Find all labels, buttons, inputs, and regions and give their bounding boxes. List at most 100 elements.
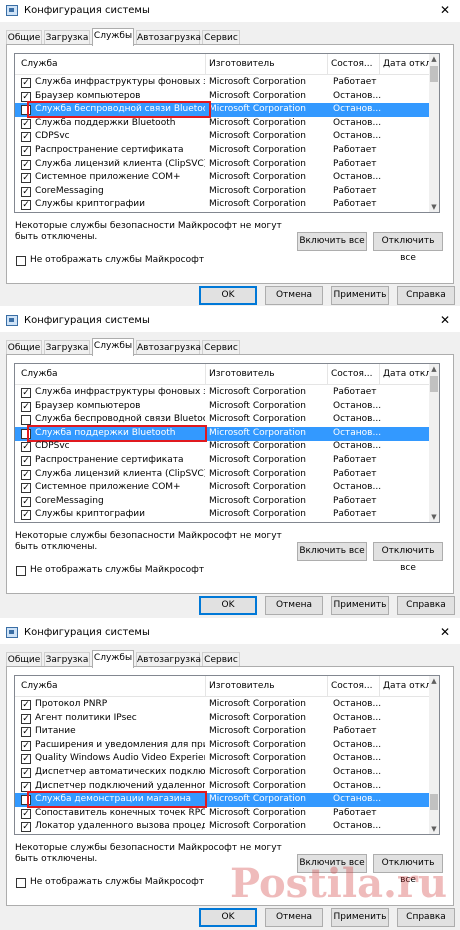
column-header[interactable]: Служба [21,369,203,379]
tab-3[interactable]: Автозагрузка [136,340,201,355]
tab-1[interactable]: Загрузка [44,340,90,355]
vertical-scrollbar[interactable]: ▲ ▼ [429,54,439,212]
apply-button[interactable]: Применить [331,908,389,927]
list-item[interactable]: ✓ Расширения и уведомления для при... Micr… [15,739,429,753]
service-checkbox[interactable]: ✓ [21,132,31,143]
list-item[interactable]: ✓ Браузер компьютеров Microsoft Corporatio… [15,400,429,414]
tab-4[interactable]: Сервис [202,30,240,45]
column-header[interactable]: Служба [21,681,203,691]
column-divider[interactable] [379,54,380,74]
service-checkbox[interactable]: ✓ [21,442,31,453]
service-checkbox[interactable]: ✓ [21,700,31,710]
service-checkbox[interactable]: ✓ [21,118,31,129]
list-item[interactable]: ✓ Питание Microsoft Corporation Работает [15,725,429,739]
list-item[interactable]: ✓ Службы криптографии Microsoft Corporatio… [15,508,429,522]
checkbox-box[interactable] [16,256,26,266]
column-divider[interactable] [379,676,380,696]
service-checkbox[interactable]: ✓ [21,713,31,724]
service-checkbox[interactable]: ✓ [21,388,31,398]
scroll-up-icon[interactable]: ▲ [429,676,439,686]
service-checkbox[interactable]: ✓ [21,483,31,494]
tab-2[interactable]: Службы [92,650,134,668]
list-item[interactable]: ✓ Диспетчер автоматических подклю... Micro… [15,766,429,780]
help-button[interactable]: Справка [397,908,455,927]
tab-0[interactable]: Общие [6,30,42,45]
cancel-button[interactable]: Отмена [265,908,323,927]
cancel-button[interactable]: Отмена [265,286,323,305]
list-item[interactable]: ✓ Служба лицензий клиента (ClipSVC) Micros… [15,158,429,172]
checkbox-box[interactable] [16,566,26,576]
column-divider[interactable] [327,54,328,74]
service-checkbox[interactable]: ✓ [21,159,31,170]
column-header[interactable]: Состоя... [331,681,377,691]
list-item[interactable]: ✓ Сопоставитель конечных точек RPC Microso… [15,807,429,821]
column-header[interactable]: Состоя... [331,369,377,379]
services-list[interactable]: СлужбаИзготовительСостоя...Дата отклю...… [14,363,440,523]
column-header[interactable]: Изготовитель [209,681,325,691]
cancel-button[interactable]: Отмена [265,596,323,615]
service-checkbox[interactable]: ✓ [21,808,31,819]
tab-2[interactable]: Службы [92,338,134,356]
tab-3[interactable]: Автозагрузка [136,30,201,45]
service-checkbox[interactable]: ✓ [21,200,31,211]
column-divider[interactable] [327,676,328,696]
column-divider[interactable] [327,364,328,384]
service-checkbox[interactable]: ✓ [21,510,31,521]
apply-button[interactable]: Применить [331,286,389,305]
help-button[interactable]: Справка [397,286,455,305]
list-item[interactable]: ✓ Quality Windows Audio Video Experience M… [15,752,429,766]
service-checkbox[interactable]: ✓ [21,173,31,184]
list-item[interactable]: ✓ Распространение сертификата Microsoft Co… [15,454,429,468]
tab-4[interactable]: Сервис [202,340,240,355]
column-header[interactable]: Служба [21,59,203,69]
disable-all-button[interactable]: Отключить все [373,542,443,573]
list-item[interactable]: ✓ Служба инфраструктуры фоновых з... Micro… [15,76,429,90]
list-item[interactable]: ✓ Системное приложение COM+ Microsoft Corp… [15,171,429,185]
column-divider[interactable] [205,54,206,74]
scroll-up-icon[interactable]: ▲ [429,364,439,374]
service-checkbox[interactable]: ✓ [21,401,31,412]
service-checkbox[interactable]: ✓ [21,781,31,792]
column-divider[interactable] [205,676,206,696]
enable-all-button[interactable]: Включить все [297,232,367,251]
column-header[interactable]: Изготовитель [209,369,325,379]
close-icon[interactable]: ✕ [440,625,450,639]
tab-0[interactable]: Общие [6,340,42,355]
scroll-up-icon[interactable]: ▲ [429,54,439,64]
list-item[interactable]: ✓ Службы криптографии Microsoft Corporatio… [15,198,429,212]
tab-4[interactable]: Сервис [202,652,240,667]
checkbox-box[interactable] [16,878,26,888]
tab-1[interactable]: Загрузка [44,652,90,667]
service-checkbox[interactable]: ✓ [21,822,31,833]
service-checkbox[interactable]: ✓ [21,727,31,738]
services-list[interactable]: СлужбаИзготовительСостоя...Дата отклю...… [14,53,440,213]
column-divider[interactable] [379,364,380,384]
close-icon[interactable]: ✕ [440,313,450,327]
tab-1[interactable]: Загрузка [44,30,90,45]
service-checkbox[interactable]: ✓ [21,78,31,88]
list-item[interactable]: ✓ Служба поддержки Bluetooth Microsoft Cor… [15,117,429,131]
service-checkbox[interactable] [21,415,31,426]
tab-3[interactable]: Автозагрузка [136,652,201,667]
list-item[interactable]: ✓ CDPSvc Microsoft Corporation Останов... [15,130,429,144]
column-divider[interactable] [205,364,206,384]
ok-button[interactable]: OK [199,596,257,615]
tab-0[interactable]: Общие [6,652,42,667]
help-button[interactable]: Справка [397,596,455,615]
service-checkbox[interactable]: ✓ [21,456,31,466]
service-checkbox[interactable]: ✓ [21,146,31,156]
disable-all-button[interactable]: Отключить все [373,232,443,263]
tab-2[interactable]: Службы [92,28,134,46]
scroll-down-icon[interactable]: ▼ [429,512,439,522]
service-checkbox[interactable]: ✓ [21,768,31,778]
apply-button[interactable]: Применить [331,596,389,615]
list-item[interactable]: ✓ CDPSvc Microsoft Corporation Останов... [15,440,429,454]
column-header[interactable]: Состоя... [331,59,377,69]
list-item[interactable]: ✓ Агент политики IPsec Microsoft Corporati… [15,712,429,726]
vertical-scrollbar[interactable]: ▲ ▼ [429,364,439,522]
scroll-down-icon[interactable]: ▼ [429,824,439,834]
list-item[interactable]: ✓ Распространение сертификата Microsoft Co… [15,144,429,158]
service-checkbox[interactable]: ✓ [21,469,31,480]
enable-all-button[interactable]: Включить все [297,542,367,561]
close-icon[interactable]: ✕ [440,3,450,17]
